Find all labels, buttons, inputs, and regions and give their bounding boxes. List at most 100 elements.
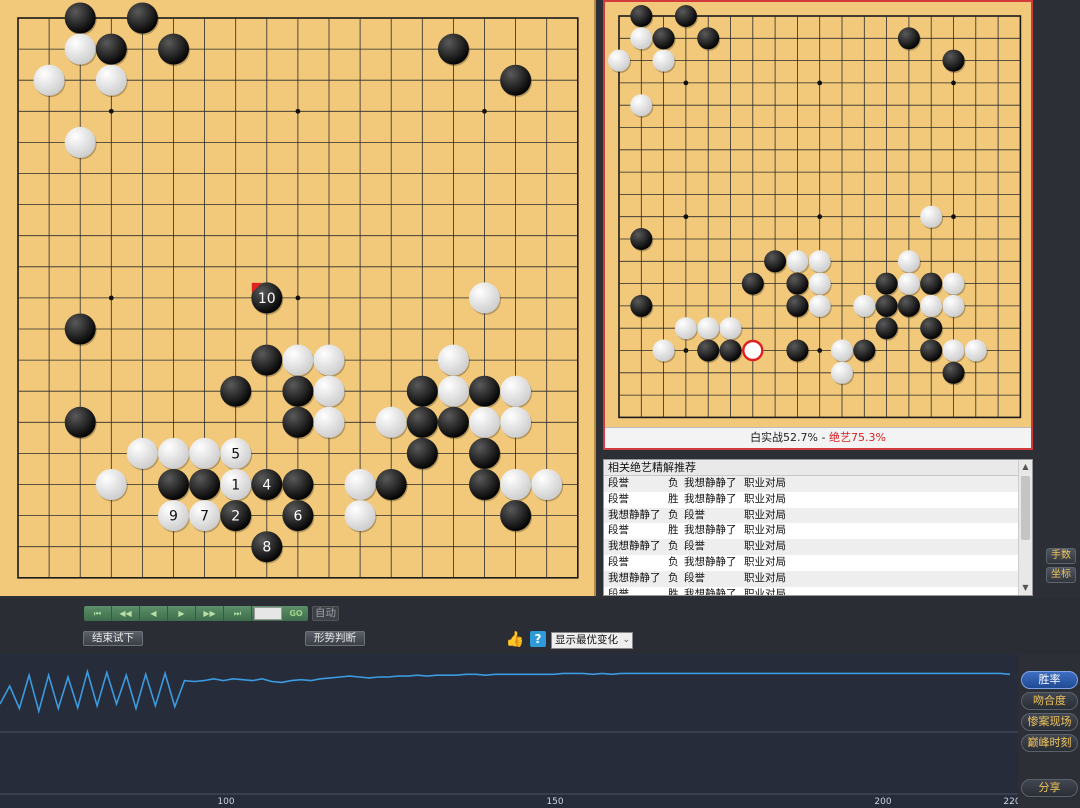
suggested-move-marker[interactable] — [742, 339, 764, 362]
variation-select[interactable]: 显示最优变化 ⌄ — [551, 632, 633, 649]
black-stone[interactable] — [282, 375, 314, 407]
black-stone[interactable] — [920, 317, 943, 340]
white-stone[interactable] — [282, 344, 314, 376]
list-scrollbar[interactable]: ▲ ▼ — [1018, 460, 1032, 595]
black-stone[interactable] — [95, 33, 127, 65]
black-stone[interactable] — [469, 437, 500, 469]
last-move-icon[interactable]: ⏭ — [224, 606, 252, 621]
coordinates-button[interactable]: 坐标 — [1046, 567, 1076, 583]
peak-moment-tab[interactable]: 巅峰时刻 — [1021, 734, 1078, 752]
white-stone[interactable] — [158, 437, 189, 469]
go-button[interactable]: GO — [284, 606, 308, 621]
forward-ten-icon[interactable]: ▶▶ — [196, 606, 224, 621]
white-stone[interactable] — [964, 339, 987, 362]
white-stone[interactable] — [33, 64, 65, 96]
black-stone[interactable] — [786, 339, 809, 362]
black-stone[interactable] — [786, 294, 809, 317]
black-stone[interactable] — [897, 294, 920, 317]
black-stone[interactable] — [897, 27, 920, 50]
white-stone[interactable] — [344, 469, 376, 500]
white-stone[interactable] — [313, 406, 345, 438]
black-stone[interactable] — [64, 313, 96, 345]
first-move-icon[interactable]: ⏮ — [84, 606, 112, 621]
list-item[interactable]: 段誉 胜我想静静了 职业对局 — [604, 587, 1032, 595]
move-number-button[interactable]: 手数 — [1046, 548, 1076, 564]
black-stone[interactable] — [719, 339, 742, 362]
thumbs-up-icon[interactable]: 👍 — [505, 630, 525, 648]
black-stone[interactable] — [942, 361, 965, 384]
white-stone[interactable] — [189, 437, 221, 469]
end-trial-button[interactable]: 结束试下 — [83, 631, 143, 646]
white-stone[interactable] — [95, 64, 127, 96]
black-stone[interactable] — [64, 406, 96, 438]
list-item[interactable]: 段誉 负我想静静了 职业对局 — [604, 476, 1032, 492]
white-stone[interactable] — [853, 294, 876, 317]
black-stone[interactable] — [920, 272, 943, 295]
black-stone[interactable] — [437, 33, 469, 65]
white-stone[interactable] — [652, 339, 675, 362]
black-stone[interactable] — [126, 2, 158, 34]
black-stone[interactable] — [652, 27, 675, 50]
black-stone[interactable] — [406, 375, 438, 407]
black-stone[interactable] — [158, 33, 189, 65]
list-item[interactable]: 段誉 胜我想静静了 职业对局 — [604, 492, 1032, 508]
scroll-up-icon[interactable]: ▲ — [1019, 460, 1032, 474]
winrate-graph[interactable]: 100 150 200 220 — [0, 654, 1021, 808]
black-stone[interactable] — [469, 375, 500, 407]
white-stone[interactable] — [808, 250, 831, 273]
white-stone[interactable] — [500, 406, 532, 438]
white-stone[interactable] — [500, 375, 532, 407]
white-stone[interactable] — [500, 469, 532, 500]
white-stone[interactable] — [831, 361, 853, 384]
white-stone[interactable] — [719, 317, 742, 340]
main-board-canvas[interactable]: 10 5 1 4 9 7 2 6 8 — [0, 0, 594, 596]
black-stone[interactable] — [220, 375, 252, 407]
white-stone[interactable] — [313, 375, 345, 407]
white-stone[interactable] — [808, 294, 831, 317]
black-stone[interactable] — [251, 344, 283, 376]
move-number-input[interactable] — [254, 607, 282, 620]
black-stone[interactable] — [437, 406, 469, 438]
white-stone[interactable] — [437, 375, 469, 407]
back-ten-icon[interactable]: ◀◀ — [112, 606, 140, 621]
list-item[interactable]: 我想静静了负段誉 职业对局 — [604, 570, 1032, 587]
white-stone[interactable] — [375, 406, 407, 438]
black-stone[interactable] — [764, 250, 787, 273]
forward-one-icon[interactable]: ▶ — [168, 606, 196, 621]
black-stone[interactable] — [875, 272, 898, 295]
black-stone[interactable] — [630, 5, 653, 27]
white-stone[interactable] — [786, 250, 809, 273]
white-stone[interactable] — [608, 49, 630, 72]
winrate-tab[interactable]: 胜率 — [1021, 671, 1078, 689]
white-stone[interactable] — [808, 272, 831, 295]
black-stone[interactable] — [920, 339, 943, 362]
white-stone[interactable] — [920, 294, 943, 317]
white-stone[interactable] — [630, 27, 653, 50]
scroll-down-icon[interactable]: ▼ — [1019, 581, 1032, 595]
share-button[interactable]: 分享 — [1021, 779, 1078, 797]
white-stone[interactable] — [942, 272, 965, 295]
scroll-thumb[interactable] — [1021, 476, 1030, 540]
black-stone[interactable] — [630, 294, 653, 317]
white-stone[interactable] — [469, 406, 500, 438]
back-one-icon[interactable]: ◀ — [140, 606, 168, 621]
help-icon[interactable]: ? — [530, 631, 546, 647]
black-stone[interactable] — [875, 294, 898, 317]
black-stone[interactable] — [282, 406, 314, 438]
white-stone[interactable] — [942, 339, 965, 362]
black-stone[interactable] — [630, 228, 653, 250]
black-stone[interactable] — [375, 469, 407, 500]
white-stone[interactable] — [126, 437, 158, 469]
black-stone[interactable] — [189, 469, 221, 500]
black-stone[interactable] — [500, 64, 532, 96]
blunder-tab[interactable]: 惨案现场 — [1021, 713, 1078, 731]
black-stone[interactable] — [500, 500, 532, 532]
black-stone[interactable] — [64, 2, 96, 34]
black-stone[interactable] — [469, 469, 500, 500]
white-stone[interactable] — [95, 469, 127, 500]
main-go-board[interactable]: 10 5 1 4 9 7 2 6 8 — [0, 0, 596, 596]
white-stone[interactable] — [674, 317, 697, 340]
black-stone[interactable] — [741, 272, 764, 295]
white-stone[interactable] — [531, 469, 563, 500]
white-stone[interactable] — [630, 94, 653, 117]
